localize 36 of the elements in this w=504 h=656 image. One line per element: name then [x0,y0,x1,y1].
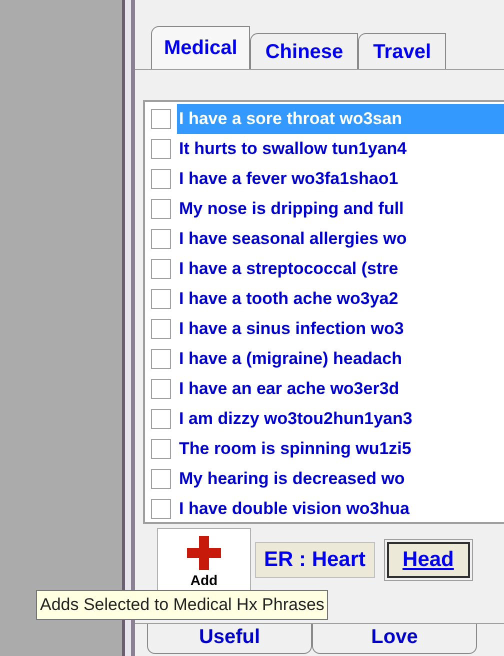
tab[interactable]: Love [312,624,477,654]
checkbox[interactable] [151,229,171,249]
checkbox[interactable] [151,169,171,189]
phrase-item[interactable]: My nose is dripping and full [177,194,504,224]
phrase-item[interactable]: My hearing is decreased wo [177,464,504,494]
checkbox[interactable] [151,289,171,309]
phrase-item[interactable]: I am dizzy wo3tou2hun1yan3 [177,404,504,434]
phrase-item[interactable]: It hurts to swallow tun1yan4 [177,134,504,164]
phrase-item[interactable]: I have a sinus infection wo3 [177,314,504,344]
checkbox[interactable] [151,319,171,339]
category-button[interactable]: ER : Heart [255,542,375,578]
phrase-item[interactable]: I have a fever wo3fa1shao1 [177,164,504,194]
phrase-item[interactable]: The room is spinning wu1zi5 [177,434,504,464]
tab[interactable]: Medical [151,26,250,69]
tab[interactable]: Useful [147,624,312,654]
tab[interactable]: Travel [358,33,446,69]
checkbox[interactable] [151,409,171,429]
checkbox[interactable] [151,109,171,129]
checkbox[interactable] [151,349,171,369]
checkbox[interactable] [151,469,171,489]
checkbox[interactable] [151,499,171,519]
checkbox[interactable] [151,439,171,459]
checkbox[interactable] [151,199,171,219]
category-button[interactable]: Head [386,542,470,578]
phrase-item[interactable]: I have a (migraine) headach [177,344,504,374]
phrase-item[interactable]: I have a tooth ache wo3ya2 [177,284,504,314]
medical-cross-icon [187,536,221,570]
phrase-item[interactable]: I have a streptococcal (stre [177,254,504,284]
tooltip: Adds Selected to Medical Hx Phrases [36,590,328,620]
checkbox[interactable] [151,139,171,159]
phrase-item[interactable]: I have an ear ache wo3er3d [177,374,504,404]
checkbox[interactable] [151,259,171,279]
phrase-item[interactable]: I have seasonal allergies wo [177,224,504,254]
checkbox[interactable] [151,379,171,399]
phrase-item[interactable]: I have double vision wo3hua [177,494,504,524]
tab[interactable]: Chinese [250,33,358,69]
